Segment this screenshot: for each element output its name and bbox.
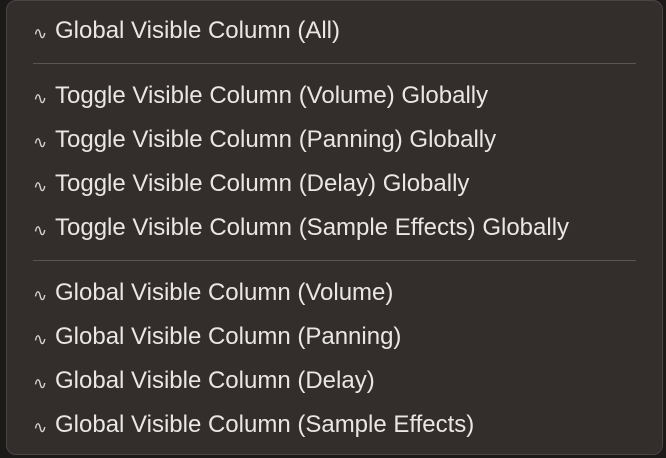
- menu-item-label: Toggle Visible Column (Delay) Globally: [55, 170, 470, 197]
- menu-item-label: Global Visible Column (Panning): [55, 323, 402, 350]
- wave-icon: ∿: [33, 418, 48, 437]
- menu-item-global-sample-effects[interactable]: ∿ Global Visible Column (Sample Effects): [7, 403, 662, 447]
- menu-item-label: Global Visible Column (Sample Effects): [55, 411, 475, 438]
- menu-item-label: Global Visible Column (Delay): [55, 367, 375, 394]
- menu-item-global-visible-column-all[interactable]: ∿ Global Visible Column (All): [7, 9, 662, 53]
- menu-item-label: Toggle Visible Column (Panning) Globally: [55, 126, 497, 153]
- menu-item-global-delay[interactable]: ∿ Global Visible Column (Delay): [7, 359, 662, 403]
- menu-item-toggle-sample-effects-globally[interactable]: ∿ Toggle Visible Column (Sample Effects)…: [7, 206, 662, 250]
- wave-icon: ∿: [33, 177, 48, 196]
- menu-item-toggle-panning-globally[interactable]: ∿ Toggle Visible Column (Panning) Global…: [7, 118, 662, 162]
- menu-item-label: Global Visible Column (All): [55, 17, 340, 44]
- menu-item-toggle-delay-globally[interactable]: ∿ Toggle Visible Column (Delay) Globally: [7, 162, 662, 206]
- menu-item-toggle-volume-globally[interactable]: ∿ Toggle Visible Column (Volume) Globall…: [7, 74, 662, 118]
- menu-separator: [33, 63, 636, 64]
- context-menu: ∿ Global Visible Column (All) ∿ Toggle V…: [6, 0, 663, 455]
- menu-item-global-panning[interactable]: ∿ Global Visible Column (Panning): [7, 315, 662, 359]
- wave-icon: ∿: [33, 89, 48, 108]
- wave-icon: ∿: [33, 221, 48, 240]
- menu-item-label: Toggle Visible Column (Volume) Globally: [55, 82, 489, 109]
- menu-item-label: Toggle Visible Column (Sample Effects) G…: [55, 214, 570, 241]
- wave-icon: ∿: [33, 286, 48, 305]
- menu-separator: [33, 260, 636, 261]
- menu-item-global-volume[interactable]: ∿ Global Visible Column (Volume): [7, 271, 662, 315]
- wave-icon: ∿: [33, 330, 48, 349]
- wave-icon: ∿: [33, 24, 48, 43]
- wave-icon: ∿: [33, 133, 48, 152]
- wave-icon: ∿: [33, 374, 48, 393]
- menu-item-label: Global Visible Column (Volume): [55, 279, 394, 306]
